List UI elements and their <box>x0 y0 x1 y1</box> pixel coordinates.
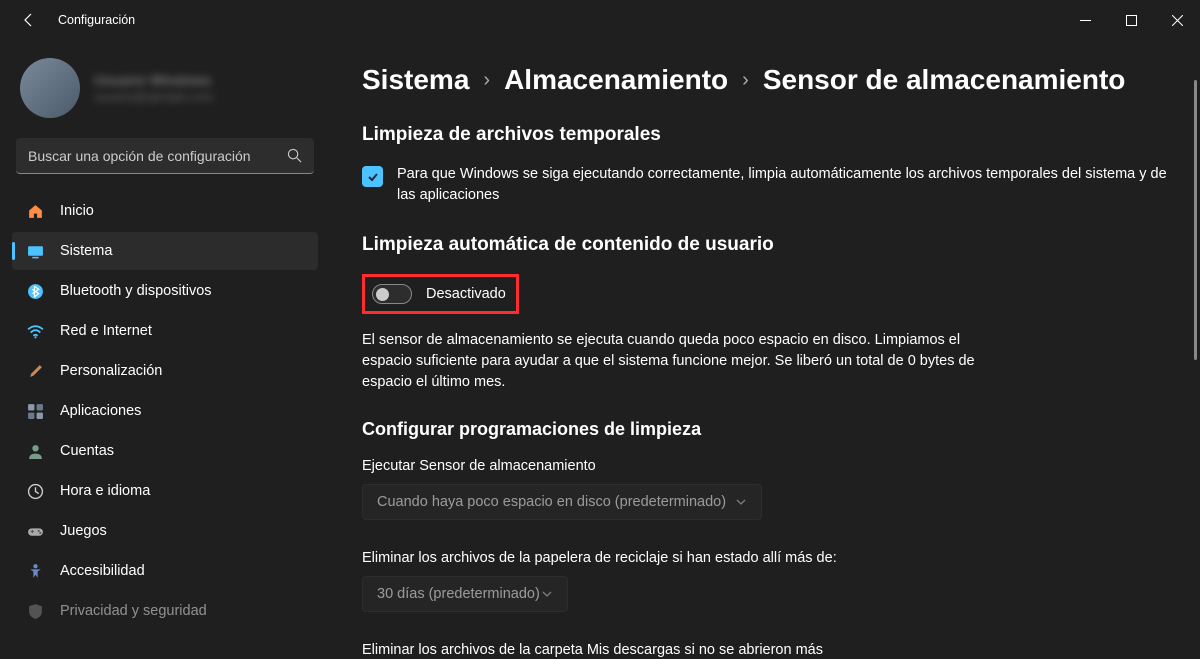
section-title-limpieza-temporales: Limpieza de archivos temporales <box>362 124 1180 146</box>
toggle-description: El sensor de almacenamiento se ejecuta c… <box>362 330 982 393</box>
scrollbar[interactable] <box>1192 80 1198 649</box>
dropdown-value: 30 días (predeterminado) <box>377 586 540 602</box>
minimize-button[interactable] <box>1062 0 1108 40</box>
home-icon <box>26 202 44 220</box>
scrollbar-thumb[interactable] <box>1194 80 1197 360</box>
sidebar-item-label: Red e Internet <box>60 323 152 339</box>
shield-icon <box>26 602 44 620</box>
sidebar-item-privacidad[interactable]: Privacidad y seguridad <box>12 592 318 630</box>
sidebar-item-label: Privacidad y seguridad <box>60 603 207 619</box>
sidebar-item-label: Aplicaciones <box>60 403 141 419</box>
chevron-right-icon: › <box>483 69 490 92</box>
sidebar-item-label: Personalización <box>60 363 162 379</box>
brush-icon <box>26 362 44 380</box>
sidebar-item-aplicaciones[interactable]: Aplicaciones <box>12 392 318 430</box>
apps-icon <box>26 402 44 420</box>
dropdown-label-ejecutar: Ejecutar Sensor de almacenamiento <box>362 458 1180 474</box>
sidebar-item-personalizacion[interactable]: Personalización <box>12 352 318 390</box>
person-icon <box>26 442 44 460</box>
content-area: Sistema › Almacenamiento › Sensor de alm… <box>330 40 1200 659</box>
maximize-button[interactable] <box>1108 0 1154 40</box>
close-button[interactable] <box>1154 0 1200 40</box>
profile-email: usuario@ejemplo.com <box>94 90 214 104</box>
sidebar-item-label: Accesibilidad <box>60 563 145 579</box>
breadcrumb-current: Sensor de almacenamiento <box>763 64 1126 96</box>
profile-section[interactable]: Usuario Windows usuario@ejemplo.com <box>12 40 318 138</box>
sidebar-item-juegos[interactable]: Juegos <box>12 512 318 550</box>
clock-icon <box>26 482 44 500</box>
sidebar-item-label: Hora e idioma <box>60 483 150 499</box>
dropdown-label-papelera: Eliminar los archivos de la papelera de … <box>362 550 1180 566</box>
dropdown-ejecutar-sensor[interactable]: Cuando haya poco espacio en disco (prede… <box>362 484 762 520</box>
accessibility-icon <box>26 562 44 580</box>
chevron-down-icon <box>735 496 747 508</box>
bluetooth-icon <box>26 282 44 300</box>
sidebar-item-sistema[interactable]: Sistema <box>12 232 318 270</box>
sidebar-item-label: Sistema <box>60 243 112 259</box>
sidebar-item-label: Juegos <box>60 523 107 539</box>
checkbox-label: Para que Windows se siga ejecutando corr… <box>397 164 1180 206</box>
dropdown-label-descargas: Eliminar los archivos de la carpeta Mis … <box>362 642 1180 658</box>
checkbox-row-temporales: Para que Windows se siga ejecutando corr… <box>362 164 1180 206</box>
sidebar-item-label: Inicio <box>60 203 94 219</box>
toggle-sensor[interactable] <box>372 284 412 304</box>
sidebar-item-cuentas[interactable]: Cuentas <box>12 432 318 470</box>
gamepad-icon <box>26 522 44 540</box>
search-icon <box>286 148 302 164</box>
breadcrumb-sistema[interactable]: Sistema <box>362 64 469 96</box>
nav-list: Inicio Sistema Bluetooth y dispositivos … <box>12 192 318 630</box>
sidebar-item-label: Cuentas <box>60 443 114 459</box>
search-input[interactable] <box>28 148 286 164</box>
toggle-knob <box>376 288 389 301</box>
search-box[interactable] <box>16 138 314 174</box>
back-button[interactable] <box>20 11 38 29</box>
window-title: Configuración <box>58 13 135 27</box>
profile-name: Usuario Windows <box>94 72 214 88</box>
sidebar-item-inicio[interactable]: Inicio <box>12 192 318 230</box>
checkbox-temporales[interactable] <box>362 166 383 187</box>
sidebar-item-red[interactable]: Red e Internet <box>12 312 318 350</box>
avatar <box>20 58 80 118</box>
dropdown-papelera[interactable]: 30 días (predeterminado) <box>362 576 568 612</box>
titlebar: Configuración <box>0 0 1200 40</box>
breadcrumb-almacenamiento[interactable]: Almacenamiento <box>504 64 728 96</box>
sidebar-item-bluetooth[interactable]: Bluetooth y dispositivos <box>12 272 318 310</box>
sidebar-item-hora[interactable]: Hora e idioma <box>12 472 318 510</box>
wifi-icon <box>26 322 44 340</box>
sidebar-item-label: Bluetooth y dispositivos <box>60 283 212 299</box>
sidebar-item-accesibilidad[interactable]: Accesibilidad <box>12 552 318 590</box>
chevron-down-icon <box>541 588 553 600</box>
sidebar: Usuario Windows usuario@ejemplo.com Inic… <box>0 40 330 659</box>
toggle-highlighted-area: Desactivado <box>362 274 519 314</box>
chevron-right-icon: › <box>742 69 749 92</box>
section-title-limpieza-automatica: Limpieza automática de contenido de usua… <box>362 234 1180 256</box>
dropdown-value: Cuando haya poco espacio en disco (prede… <box>377 494 726 510</box>
breadcrumb: Sistema › Almacenamiento › Sensor de alm… <box>362 64 1180 96</box>
section-title-programaciones: Configurar programaciones de limpieza <box>362 419 1180 440</box>
system-icon <box>26 242 44 260</box>
toggle-label: Desactivado <box>426 286 506 302</box>
